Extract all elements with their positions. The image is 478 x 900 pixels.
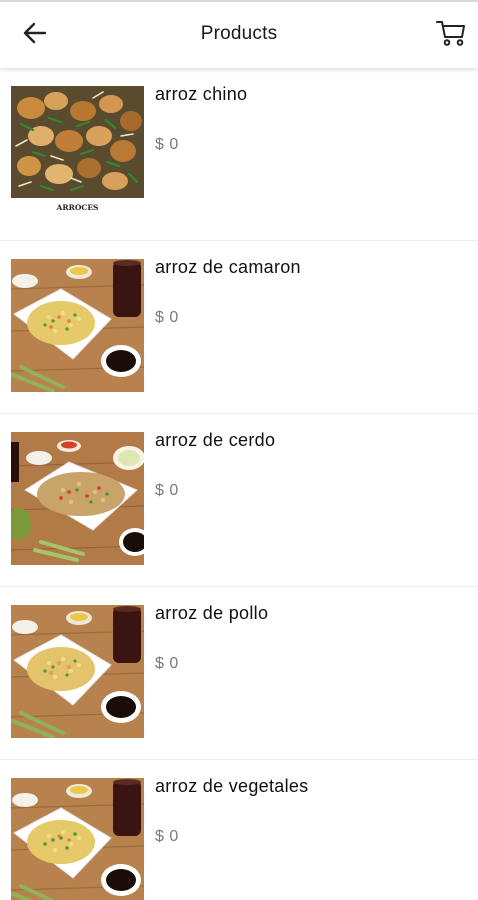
product-image xyxy=(11,605,144,738)
product-list-item[interactable]: ARROCES arroz chino $ 0 xyxy=(0,68,478,241)
page-title: Products xyxy=(200,23,278,44)
product-list-item[interactable]: arroz de camaron $ 0 xyxy=(0,241,478,414)
product-list-item[interactable]: arroz de vegetales $ 0 xyxy=(0,760,478,900)
product-image xyxy=(11,778,144,900)
product-image xyxy=(11,432,144,565)
image-caption: ARROCES xyxy=(56,203,99,212)
product-name: arroz chino xyxy=(155,84,248,104)
product-name: arroz de cerdo xyxy=(155,430,276,450)
product-list-item[interactable]: arroz de cerdo $ 0 xyxy=(0,414,478,587)
product-price: $ 0 xyxy=(155,309,179,326)
product-price: $ 0 xyxy=(155,136,179,153)
shopping-cart-icon xyxy=(436,19,466,52)
product-list: ARROCES arroz chino $ 0 arroz de camaron… xyxy=(0,68,478,900)
product-price: $ 0 xyxy=(155,655,179,672)
cart-button[interactable] xyxy=(434,18,468,52)
product-name: arroz de camaron xyxy=(155,257,301,277)
product-name: arroz de vegetales xyxy=(155,776,309,796)
app-bar: Products xyxy=(0,2,478,68)
product-image: ARROCES xyxy=(11,86,144,219)
product-list-item[interactable]: arroz de pollo $ 0 xyxy=(0,587,478,760)
product-name: arroz de pollo xyxy=(155,603,269,623)
product-image xyxy=(11,259,144,392)
product-price: $ 0 xyxy=(155,828,179,845)
product-price: $ 0 xyxy=(155,482,179,499)
